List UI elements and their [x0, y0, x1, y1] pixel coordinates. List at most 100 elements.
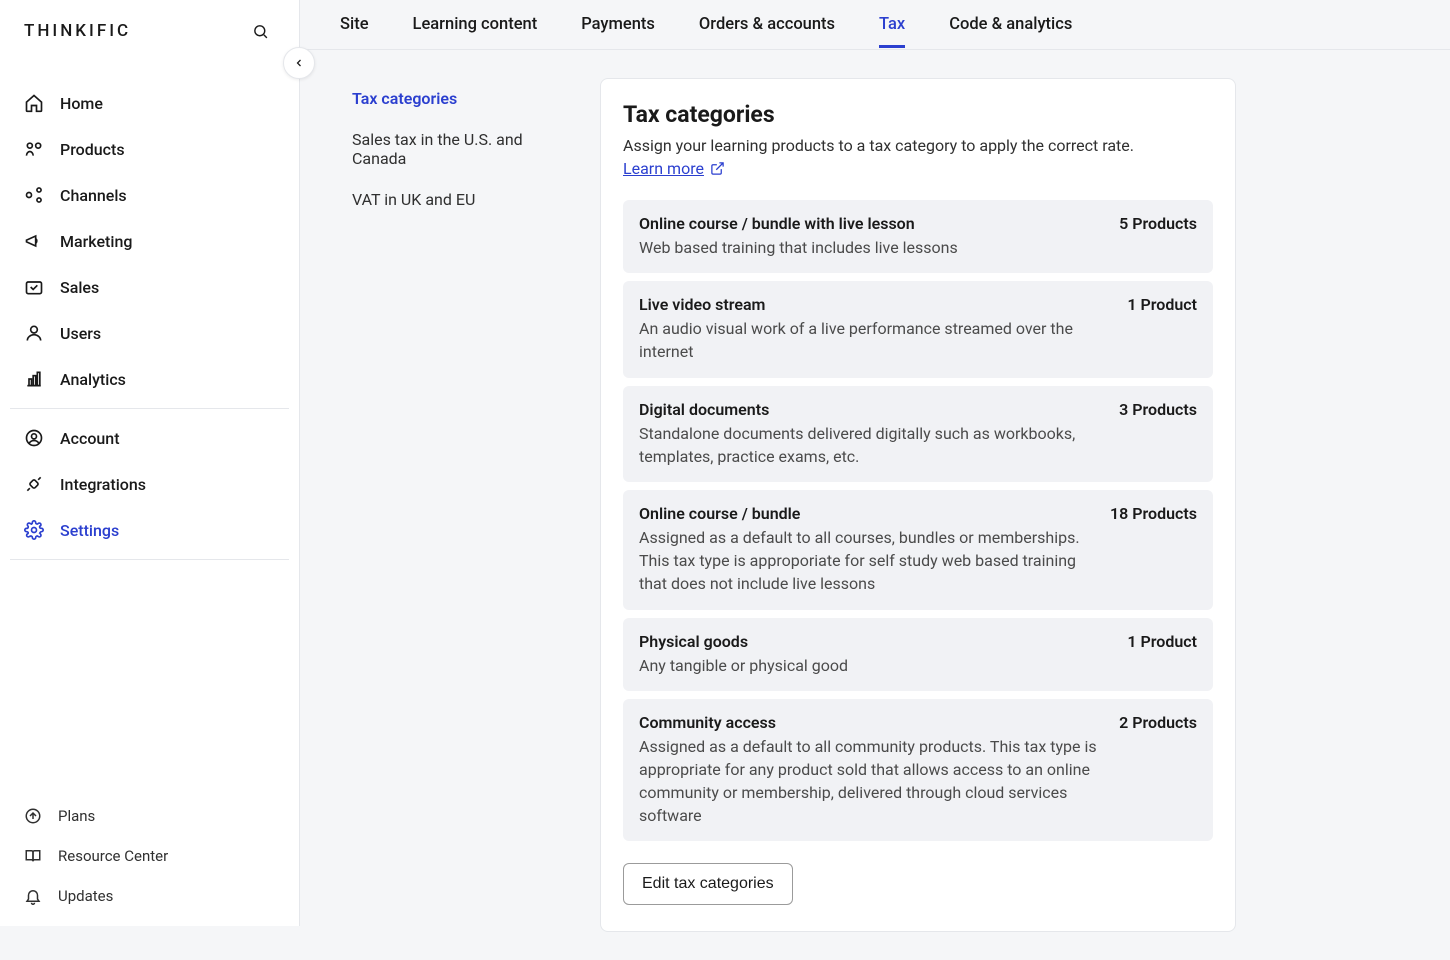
category-item[interactable]: Online course / bundle Assigned as a def… — [623, 490, 1213, 610]
category-description: Web based training that includes live le… — [639, 236, 1101, 259]
sidebar-item-label: Channels — [60, 186, 127, 205]
category-count: 5 Products — [1119, 214, 1197, 259]
category-info: Online course / bundle Assigned as a def… — [639, 504, 1092, 596]
external-link-icon — [710, 161, 725, 176]
sales-icon — [24, 277, 44, 297]
tab-payments[interactable]: Payments — [581, 2, 655, 47]
analytics-icon — [24, 369, 44, 389]
sidebar-item-sales[interactable]: Sales — [0, 264, 299, 310]
megaphone-icon — [24, 231, 44, 251]
sidebar-item-label: Marketing — [60, 232, 132, 251]
sidebar-item-products[interactable]: Products — [0, 126, 299, 172]
sidebar-item-label: Resource Center — [58, 847, 168, 865]
category-name: Online course / bundle — [639, 504, 1092, 523]
category-item[interactable]: Physical goods Any tangible or physical … — [623, 618, 1213, 691]
sidebar-item-label: Sales — [60, 278, 99, 297]
sidebar-item-analytics[interactable]: Analytics — [0, 356, 299, 402]
plug-icon — [24, 474, 44, 494]
primary-nav: Home Products Channels Marketing Sales U… — [0, 62, 299, 584]
category-info: Online course / bundle with live lesson … — [639, 214, 1101, 259]
user-icon — [24, 323, 44, 343]
sidebar-item-home[interactable]: Home — [0, 80, 299, 126]
category-info: Digital documents Standalone documents d… — [639, 400, 1101, 468]
tab-orders-accounts[interactable]: Orders & accounts — [699, 2, 835, 47]
category-count: 1 Product — [1127, 632, 1197, 677]
sidebar-item-label: Settings — [60, 521, 119, 540]
sidebar-bottom-nav: Plans Resource Center Updates — [0, 784, 299, 926]
sidebar-item-account[interactable]: Account — [0, 415, 299, 461]
bell-icon — [24, 887, 42, 905]
category-name: Physical goods — [639, 632, 1109, 651]
sidebar-item-label: Integrations — [60, 475, 146, 494]
edit-tax-categories-button[interactable]: Edit tax categories — [623, 863, 793, 905]
category-count: 1 Product — [1127, 295, 1197, 363]
sidebar-header: THINKIFIC — [0, 0, 299, 62]
sidebar-item-label: Home — [60, 94, 103, 113]
category-item[interactable]: Community access Assigned as a default t… — [623, 699, 1213, 842]
sidebar-item-label: Analytics — [60, 370, 126, 389]
category-item[interactable]: Digital documents Standalone documents d… — [623, 386, 1213, 482]
sidebar-item-integrations[interactable]: Integrations — [0, 461, 299, 507]
learn-more-label: Learn more — [623, 159, 704, 178]
category-description: Standalone documents delivered digitally… — [639, 422, 1101, 468]
nav-divider — [10, 408, 289, 409]
category-list: Online course / bundle with live lesson … — [623, 200, 1213, 841]
tab-learning-content[interactable]: Learning content — [413, 2, 538, 47]
upgrade-icon — [24, 807, 42, 825]
sidebar: THINKIFIC Home Products Channels Marketi… — [0, 0, 300, 926]
content-row: Tax categories Sales tax in the U.S. and… — [300, 50, 1450, 960]
card-description: Assign your learning products to a tax c… — [623, 136, 1213, 155]
category-count: 2 Products — [1119, 713, 1197, 828]
book-icon — [24, 847, 42, 865]
card-title: Tax categories — [623, 101, 1213, 128]
gear-icon — [24, 520, 44, 540]
chevron-left-icon — [293, 57, 305, 69]
category-name: Digital documents — [639, 400, 1101, 419]
category-description: Assigned as a default to all courses, bu… — [639, 526, 1092, 596]
search-button[interactable] — [246, 17, 275, 46]
nav-divider — [10, 559, 289, 560]
category-name: Online course / bundle with live lesson — [639, 214, 1101, 233]
sidebar-item-channels[interactable]: Channels — [0, 172, 299, 218]
sidebar-item-label: Users — [60, 324, 101, 343]
subnav-sales-tax-us-ca[interactable]: Sales tax in the U.S. and Canada — [340, 119, 568, 179]
subnav-vat-uk-eu[interactable]: VAT in UK and EU — [340, 179, 568, 220]
category-description: Any tangible or physical good — [639, 654, 1109, 677]
sidebar-collapse-button[interactable] — [283, 47, 315, 79]
category-count: 3 Products — [1119, 400, 1197, 468]
category-info: Physical goods Any tangible or physical … — [639, 632, 1109, 677]
tab-code-analytics[interactable]: Code & analytics — [949, 2, 1072, 47]
category-info: Community access Assigned as a default t… — [639, 713, 1101, 828]
channels-icon — [24, 185, 44, 205]
search-icon — [252, 23, 269, 40]
category-name: Live video stream — [639, 295, 1109, 314]
sidebar-item-label: Products — [60, 140, 125, 159]
sidebar-item-label: Plans — [58, 807, 95, 825]
sidebar-item-settings[interactable]: Settings — [0, 507, 299, 553]
sidebar-item-updates[interactable]: Updates — [0, 876, 299, 916]
products-icon — [24, 139, 44, 159]
account-icon — [24, 428, 44, 448]
sidebar-item-resource-center[interactable]: Resource Center — [0, 836, 299, 876]
category-info: Live video stream An audio visual work o… — [639, 295, 1109, 363]
tax-subnav: Tax categories Sales tax in the U.S. and… — [340, 78, 568, 932]
settings-tabs: Site Learning content Payments Orders & … — [300, 0, 1450, 50]
learn-more-link[interactable]: Learn more — [623, 159, 725, 178]
subnav-tax-categories[interactable]: Tax categories — [340, 78, 568, 119]
tab-tax[interactable]: Tax — [879, 2, 905, 47]
category-item[interactable]: Live video stream An audio visual work o… — [623, 281, 1213, 377]
sidebar-item-users[interactable]: Users — [0, 310, 299, 356]
sidebar-item-label: Account — [60, 429, 120, 448]
sidebar-item-marketing[interactable]: Marketing — [0, 218, 299, 264]
category-description: An audio visual work of a live performan… — [639, 317, 1109, 363]
sidebar-item-plans[interactable]: Plans — [0, 796, 299, 836]
main-area: Site Learning content Payments Orders & … — [300, 0, 1450, 926]
category-name: Community access — [639, 713, 1101, 732]
sidebar-item-label: Updates — [58, 887, 113, 905]
tab-site[interactable]: Site — [340, 2, 369, 47]
category-description: Assigned as a default to all community p… — [639, 735, 1101, 828]
category-item[interactable]: Online course / bundle with live lesson … — [623, 200, 1213, 273]
tax-categories-card: Tax categories Assign your learning prod… — [600, 78, 1236, 932]
home-icon — [24, 93, 44, 113]
brand-logo: THINKIFIC — [24, 21, 131, 41]
